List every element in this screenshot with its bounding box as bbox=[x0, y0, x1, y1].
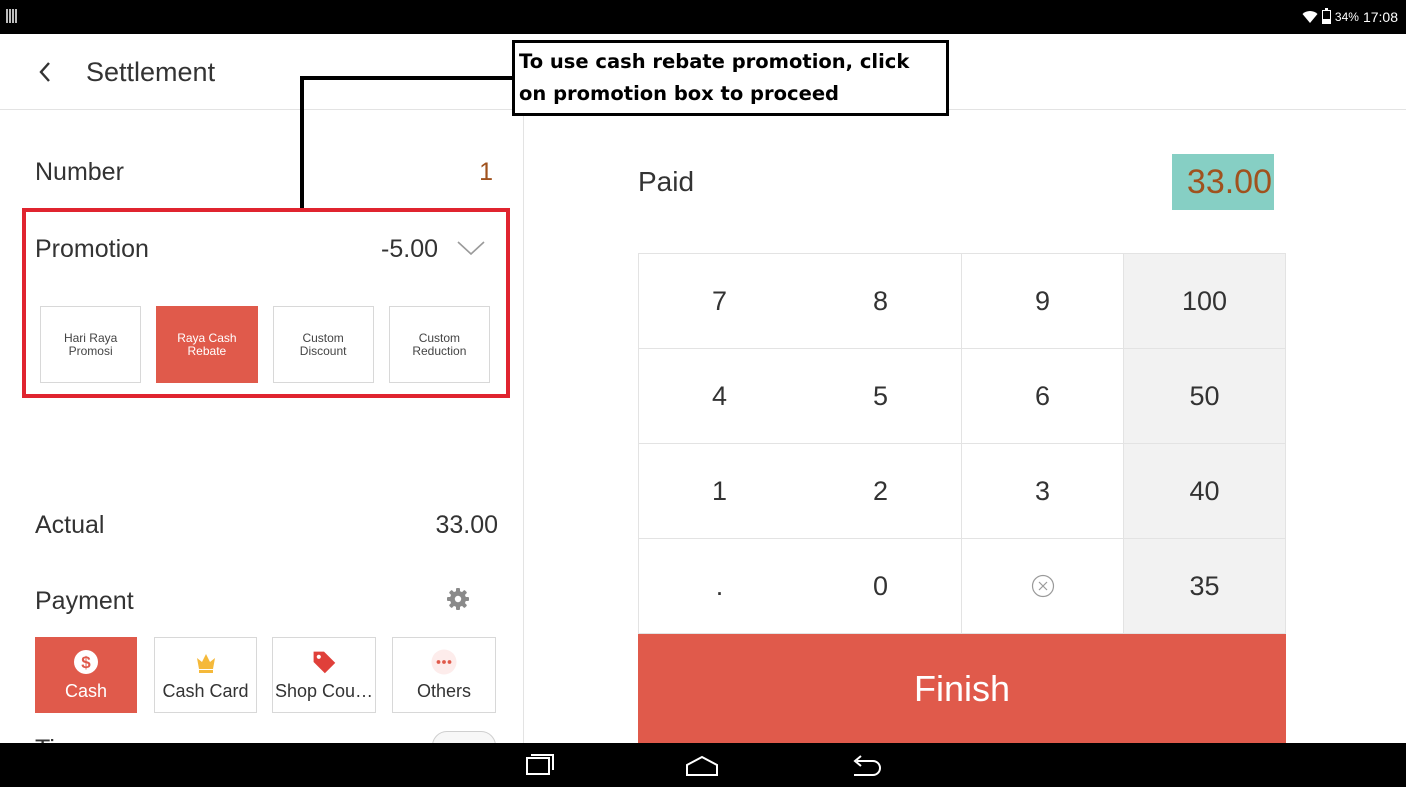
settlement-summary-panel: Number 1 Promotion -5.00 Hari Raya Promo… bbox=[0, 111, 524, 743]
payment-method-cash-card[interactable]: Cash Card bbox=[154, 637, 257, 713]
key-1[interactable]: 1 bbox=[639, 444, 801, 539]
svg-text:$: $ bbox=[81, 653, 91, 672]
more-icon bbox=[431, 649, 457, 675]
payment-method-label: Cash bbox=[64, 680, 108, 701]
actual-label: Actual bbox=[35, 511, 105, 539]
promotion-options: Hari Raya Promosi Raya Cash Rebate Custo… bbox=[40, 306, 490, 383]
key-decimal[interactable]: . bbox=[639, 539, 801, 634]
key-0[interactable]: 0 bbox=[800, 539, 962, 634]
tip-toggle[interactable] bbox=[432, 731, 496, 743]
key-clear[interactable] bbox=[962, 539, 1124, 634]
paid-amount-field[interactable]: 33.00 bbox=[1172, 154, 1274, 210]
battery-icon bbox=[1321, 8, 1331, 24]
payment-method-label: Shop Cou… bbox=[274, 680, 374, 701]
status-bar: 34% 17:08 bbox=[0, 0, 1406, 34]
key-quick-100[interactable]: 100 bbox=[1124, 254, 1286, 349]
payment-label: Payment bbox=[35, 587, 134, 615]
annotation-callout: To use cash rebate promotion, click on p… bbox=[512, 40, 949, 116]
key-4[interactable]: 4 bbox=[639, 349, 801, 444]
promotion-label: Promotion bbox=[35, 235, 149, 263]
key-5[interactable]: 5 bbox=[800, 349, 962, 444]
navigation-bar bbox=[0, 743, 1406, 787]
clock: 17:08 bbox=[1362, 9, 1398, 25]
promotion-value: -5.00 bbox=[381, 235, 438, 263]
key-quick-35[interactable]: 35 bbox=[1124, 539, 1286, 634]
key-2[interactable]: 2 bbox=[800, 444, 962, 539]
promotion-option-hari-raya-promosi[interactable]: Hari Raya Promosi bbox=[40, 306, 142, 383]
key-9[interactable]: 9 bbox=[962, 254, 1124, 349]
promotion-option-custom-reduction[interactable]: Custom Reduction bbox=[388, 306, 490, 383]
back-icon[interactable] bbox=[846, 751, 886, 779]
key-6[interactable]: 6 bbox=[962, 349, 1124, 444]
promotion-option-raya-cash-rebate[interactable]: Raya Cash Rebate bbox=[156, 306, 258, 383]
key-7[interactable]: 7 bbox=[639, 254, 801, 349]
chevron-down-icon[interactable] bbox=[455, 235, 487, 261]
back-arrow-icon[interactable] bbox=[30, 54, 60, 90]
number-label: Number bbox=[35, 158, 124, 186]
payment-method-label: Others bbox=[416, 680, 472, 701]
wifi-icon bbox=[1302, 11, 1318, 23]
payment-method-others[interactable]: Others bbox=[392, 637, 496, 713]
key-3[interactable]: 3 bbox=[962, 444, 1124, 539]
numeric-keypad: 7 8 9 100 4 5 6 50 1 2 3 40 . 0 35 bbox=[638, 253, 1286, 634]
payment-method-shop-coupon[interactable]: Shop Cou… bbox=[272, 637, 376, 713]
page-title: Settlement bbox=[86, 57, 216, 87]
crown-icon bbox=[193, 649, 219, 675]
battery-percent: 34% bbox=[1334, 10, 1359, 24]
home-icon[interactable] bbox=[682, 751, 722, 779]
status-indicators: 34% 17:08 bbox=[1302, 8, 1398, 26]
gear-icon[interactable] bbox=[446, 587, 470, 611]
number-value: 1 bbox=[479, 158, 493, 186]
clear-icon bbox=[1031, 574, 1054, 598]
finish-button[interactable]: Finish bbox=[638, 634, 1286, 743]
recent-apps-icon[interactable] bbox=[520, 751, 560, 779]
key-quick-40[interactable]: 40 bbox=[1124, 444, 1286, 539]
key-8[interactable]: 8 bbox=[800, 254, 962, 349]
tag-icon bbox=[311, 649, 337, 675]
dollar-icon: $ bbox=[73, 649, 99, 675]
tip-label: Tip bbox=[35, 735, 69, 743]
paid-label: Paid bbox=[638, 166, 695, 197]
actual-value: 33.00 bbox=[435, 511, 498, 539]
payment-method-cash[interactable]: $ Cash bbox=[35, 637, 137, 713]
promotion-option-custom-discount[interactable]: Custom Discount bbox=[272, 306, 374, 383]
payment-method-label: Cash Card bbox=[162, 680, 249, 701]
notification-icon bbox=[6, 9, 17, 23]
key-quick-50[interactable]: 50 bbox=[1124, 349, 1286, 444]
